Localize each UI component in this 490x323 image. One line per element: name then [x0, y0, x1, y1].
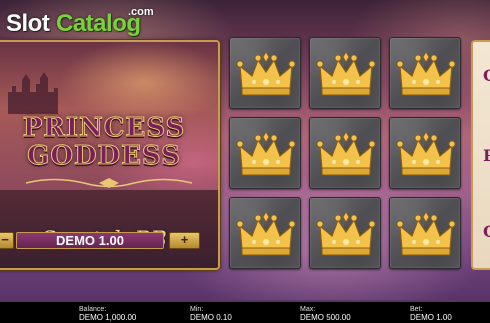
crown-icon: [316, 51, 376, 96]
crown-icon: [316, 211, 376, 256]
max-value: DEMO 500.00: [300, 313, 351, 322]
scratch-tile[interactable]: [389, 197, 461, 269]
min-value: DEMO 0.10: [190, 313, 232, 322]
paytable-glyph-mid: P: [483, 146, 490, 165]
scratch-tile[interactable]: [229, 117, 301, 189]
scratch-tile[interactable]: [309, 37, 381, 109]
bet-stat-value: DEMO 1.00: [410, 313, 452, 322]
status-bar: Balance: DEMO 1,000.00 Min: DEMO 0.10 Ma…: [0, 302, 490, 323]
watermark-slot-text: Slot: [6, 10, 50, 37]
crown-icon: [396, 211, 456, 256]
game-title-line2: GODDESS: [27, 141, 181, 171]
max-stat: Max: DEMO 500.00: [300, 306, 351, 322]
bet-stat: Bet: DEMO 1.00: [410, 306, 452, 322]
crown-icon: [396, 51, 456, 96]
min-stat: Min: DEMO 0.10: [190, 306, 232, 322]
scratch-tile[interactable]: [309, 117, 381, 189]
crown-icon: [236, 131, 296, 176]
slotcatalog-watermark: Slot Catalog .com: [4, 2, 164, 42]
crown-icon: [396, 131, 456, 176]
scratch-tile[interactable]: [229, 37, 301, 109]
paytable-glyph-top: C: [483, 66, 490, 85]
scratch-tile[interactable]: [389, 117, 461, 189]
balance-value: DEMO 1,000.00: [79, 313, 137, 322]
paytable-glyph-bottom: G: [483, 222, 490, 241]
bet-value-display: DEMO 1.00: [16, 232, 164, 249]
ornament-icon: [25, 178, 193, 188]
crown-icon: [316, 131, 376, 176]
castle-icon: [8, 72, 58, 114]
paytable-panel: C P G: [471, 40, 490, 270]
scratch-grid: [229, 37, 461, 269]
bet-decrease-button[interactable]: −: [0, 232, 14, 249]
game-title-line1: PRINCESS: [22, 113, 186, 143]
scratch-tile[interactable]: [389, 37, 461, 109]
watermark-com-text: .com: [128, 6, 154, 18]
balance-stat: Balance: DEMO 1,000.00: [79, 306, 136, 322]
crown-icon: [236, 51, 296, 96]
bet-increase-button[interactable]: +: [169, 232, 200, 249]
scratch-tile[interactable]: [309, 197, 381, 269]
crown-icon: [236, 211, 296, 256]
scratch-tile[interactable]: [229, 197, 301, 269]
